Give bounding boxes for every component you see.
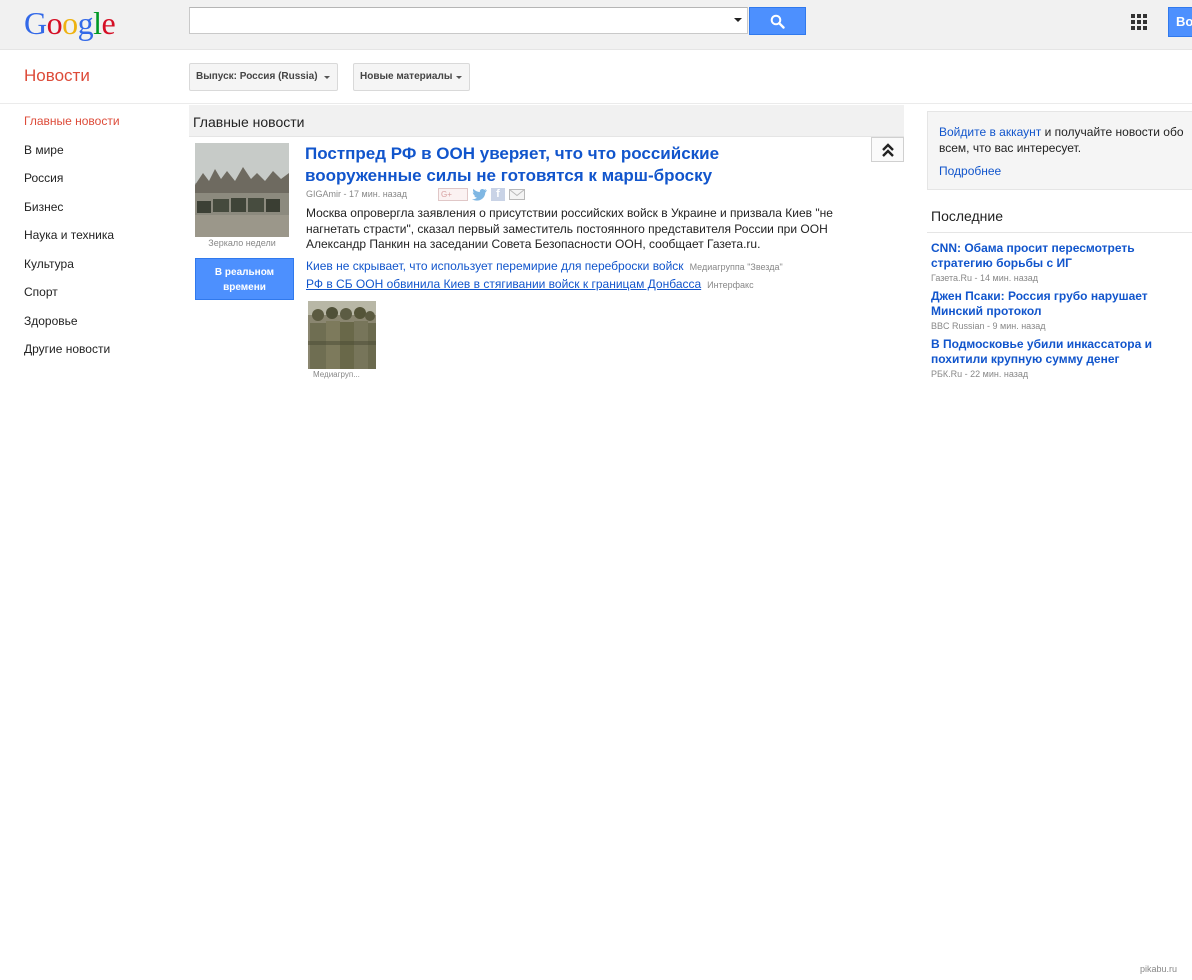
logo-letter: e bbox=[101, 5, 116, 41]
more-info-link[interactable]: Подробнее bbox=[939, 164, 1001, 178]
sort-label: Новые материалы bbox=[360, 71, 453, 82]
signin-button[interactable]: Во bbox=[1168, 7, 1192, 37]
latest-news-meta: Газета.Ru - 14 мин. назад bbox=[931, 273, 1038, 283]
nav-item-top-stories[interactable]: Главные новости bbox=[24, 113, 120, 142]
logo-letter: o bbox=[46, 5, 63, 41]
story-source-time: GIGAmir - 17 мин. назад bbox=[306, 189, 407, 199]
latest-news-meta: BBC Russian - 9 мин. назад bbox=[931, 321, 1046, 331]
nav-item-world[interactable]: В мире bbox=[24, 142, 120, 171]
logo-letter: g bbox=[77, 5, 94, 41]
google-logo[interactable]: Google bbox=[24, 4, 116, 42]
related-thumbnail-caption: Медиагруп... bbox=[313, 370, 360, 379]
magnifier-icon bbox=[770, 14, 785, 29]
military-convoy-photo bbox=[195, 143, 289, 237]
list-item: В Подмосковье убили инкассатора и похити… bbox=[931, 337, 1171, 379]
latest-news-meta: РБК.Ru - 22 мин. назад bbox=[931, 369, 1029, 379]
twitter-share-icon[interactable] bbox=[471, 188, 488, 201]
divider bbox=[927, 232, 1192, 233]
email-share-icon[interactable] bbox=[509, 188, 525, 201]
facebook-share-icon[interactable]: f bbox=[491, 188, 505, 201]
collapse-button[interactable] bbox=[871, 137, 904, 162]
search-box bbox=[189, 7, 748, 34]
chevron-down-icon bbox=[456, 76, 462, 79]
sort-dropdown[interactable]: Новые материалы bbox=[353, 63, 470, 91]
divider bbox=[0, 103, 1192, 104]
latest-news-link[interactable]: Джен Псаки: Россия грубо нарушает Мински… bbox=[931, 289, 1171, 319]
nav-item-culture[interactable]: Культура bbox=[24, 256, 120, 285]
search-dropdown-arrow-icon[interactable] bbox=[734, 18, 742, 22]
watermark: pikabu.ru bbox=[1140, 964, 1178, 974]
signin-promo-text: Войдите в аккаунт и получайте новости об… bbox=[939, 125, 1192, 156]
edition-dropdown[interactable]: Выпуск: Россия (Russia) bbox=[189, 63, 338, 91]
latest-news-list: CNN: Обама просит пересмотреть стратегию… bbox=[931, 241, 1171, 386]
section-nav: Главные новости В мире Россия Бизнес Нау… bbox=[24, 113, 120, 370]
gplus-share-icon[interactable]: G+ bbox=[438, 188, 468, 201]
related-article: Киев не скрывает, что использует перемир… bbox=[306, 259, 783, 273]
double-chevron-up-icon bbox=[882, 143, 894, 157]
signin-link[interactable]: Войдите в аккаунт bbox=[939, 125, 1041, 139]
nav-item-other[interactable]: Другие новости bbox=[24, 341, 120, 370]
chevron-down-icon bbox=[324, 76, 330, 79]
story-snippet: Москва опровергла заявления о присутстви… bbox=[306, 206, 833, 251]
list-item: Джен Псаки: Россия грубо нарушает Мински… bbox=[931, 289, 1171, 331]
top-bar: Google Во bbox=[0, 0, 1192, 50]
latest-news-link[interactable]: CNN: Обама просит пересмотреть стратегию… bbox=[931, 241, 1171, 271]
logo-letter: o bbox=[62, 5, 78, 41]
nav-item-sport[interactable]: Спорт bbox=[24, 284, 120, 313]
latest-heading: Последние bbox=[931, 208, 1004, 224]
nav-item-health[interactable]: Здоровье bbox=[24, 313, 120, 342]
related-article-link[interactable]: РФ в СБ ООН обвинила Киев в стягивании в… bbox=[306, 277, 701, 291]
related-thumbnail[interactable] bbox=[308, 301, 376, 369]
related-article-link[interactable]: Киев не скрывает, что использует перемир… bbox=[306, 259, 684, 273]
apps-grid-icon[interactable] bbox=[1131, 14, 1147, 30]
latest-news-link[interactable]: В Подмосковье убили инкассатора и похити… bbox=[931, 337, 1171, 367]
main-section-header: Главные новости bbox=[189, 105, 904, 137]
thumbnail-caption: Зеркало недели bbox=[208, 238, 276, 248]
edition-label: Выпуск: Россия (Russia) bbox=[196, 71, 318, 82]
realtime-button[interactable]: В реальном времени bbox=[195, 258, 294, 300]
section-title[interactable]: Новости bbox=[24, 66, 90, 86]
nav-item-russia[interactable]: Россия bbox=[24, 170, 120, 199]
logo-letter: l bbox=[93, 5, 102, 41]
nav-item-business[interactable]: Бизнес bbox=[24, 199, 120, 228]
list-item: CNN: Обама просит пересмотреть стратегию… bbox=[931, 241, 1171, 283]
related-article-source: Медиагруппа "Звезда" bbox=[689, 262, 783, 272]
main-section-heading: Главные новости bbox=[193, 114, 305, 130]
search-button[interactable] bbox=[749, 7, 806, 35]
soldiers-photo bbox=[308, 301, 376, 369]
related-article-source: Интерфакс bbox=[707, 280, 754, 290]
story-title-link[interactable]: Постпред РФ в ООН уверяет, что что росси… bbox=[305, 143, 775, 187]
logo-letter: G bbox=[24, 5, 47, 41]
story-thumbnail[interactable] bbox=[195, 143, 289, 237]
signin-promo: Войдите в аккаунт и получайте новости об… bbox=[927, 111, 1192, 190]
nav-item-science-tech[interactable]: Наука и техника bbox=[24, 227, 120, 256]
related-article: РФ в СБ ООН обвинила Киев в стягивании в… bbox=[306, 277, 754, 291]
search-input[interactable] bbox=[190, 8, 726, 33]
